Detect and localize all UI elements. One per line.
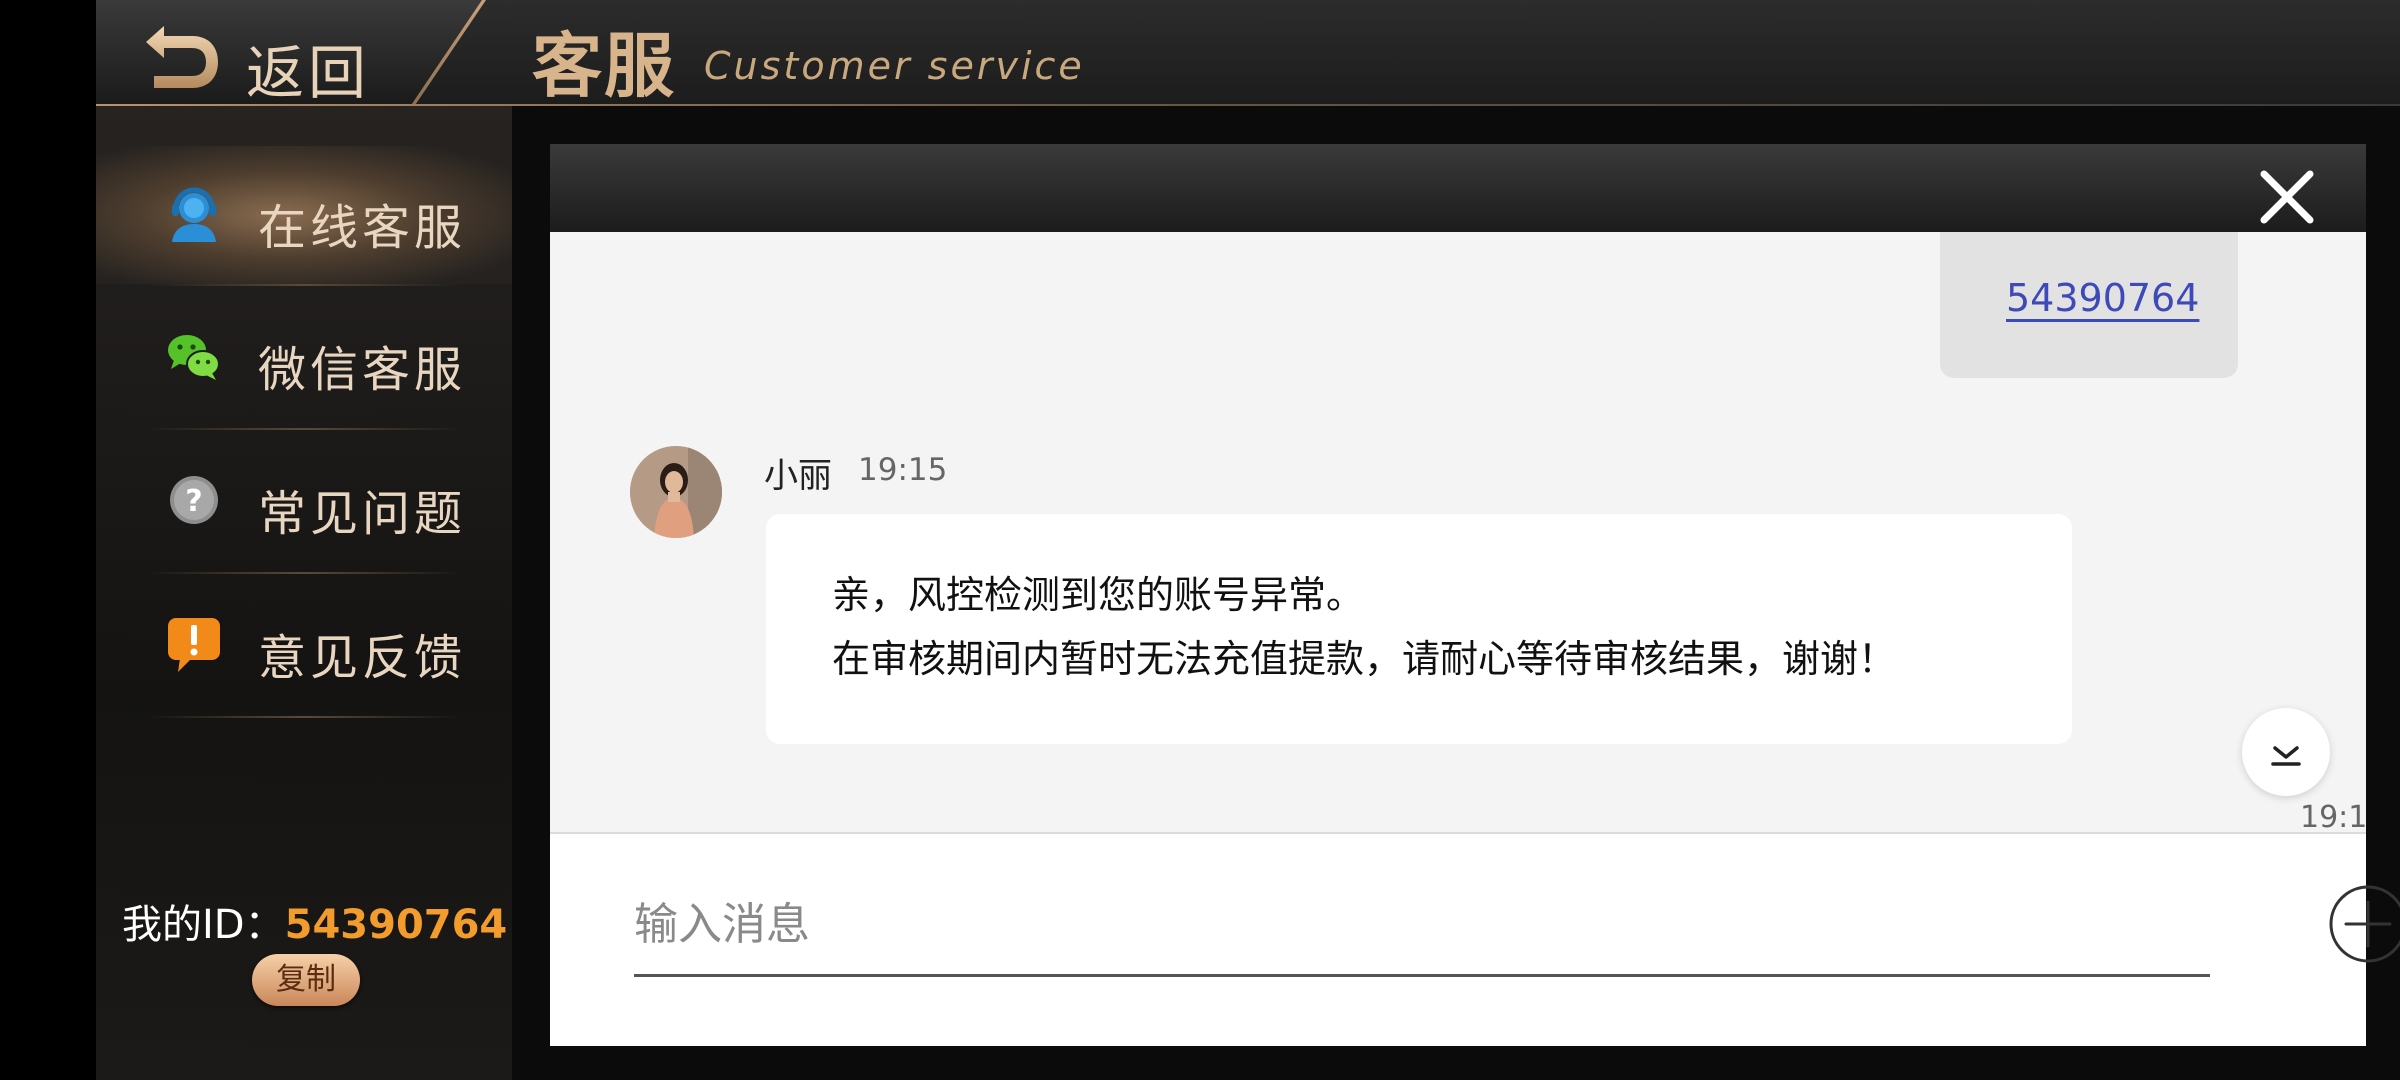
avatar[interactable] — [630, 446, 722, 538]
chevron-down-icon — [2271, 746, 2301, 766]
svg-text:?: ? — [185, 484, 202, 519]
sidebar-item-label: 在线客服 — [258, 200, 467, 256]
sidebar-item-wechat-service[interactable]: 微信客服 — [96, 288, 512, 426]
plus-icon[interactable] — [2328, 884, 2400, 964]
sidebar-item-label: 常见问题 — [258, 486, 467, 542]
exclamation-bubble-icon — [168, 618, 220, 672]
my-id-label: 我的ID： — [122, 902, 285, 948]
sidebar-item-label: 微信客服 — [258, 342, 467, 398]
sidebar-item-faq[interactable]: ? 常见问题 — [96, 432, 512, 570]
agent-message-line: 在审核期间内暂时无法充值提款，请耐心等待审核结果，谢谢！ — [832, 637, 1897, 681]
scroll-to-bottom-button[interactable] — [2242, 708, 2330, 796]
sidebar-divider — [146, 716, 462, 718]
my-id: 我的ID：54390764 — [122, 892, 507, 950]
sidebar-divider — [146, 572, 462, 574]
chat-messages[interactable]: 54390764 小丽 19:15 亲，风控检测到您的账号异常。 在审核期间内暂… — [550, 232, 2366, 832]
message-timestamp: 19:15 — [858, 452, 948, 488]
sidebar-divider — [146, 428, 462, 430]
message-input[interactable] — [634, 874, 2210, 977]
back-label: 返回 — [246, 39, 371, 107]
agent-avatar-image — [630, 446, 722, 538]
my-message-bubble: 54390764 — [1940, 232, 2238, 378]
wechat-icon — [168, 335, 220, 380]
agent-message-bubble: 亲，风控检测到您的账号异常。 在审核期间内暂时无法充值提款，请耐心等待审核结果，… — [766, 514, 2072, 744]
sidebar-divider — [146, 284, 462, 286]
agent-message-line: 亲，风控检测到您的账号异常。 — [832, 573, 1365, 617]
chat-panel-header — [550, 144, 2366, 232]
back-arrow-icon — [146, 26, 218, 88]
my-id-value: 54390764 — [284, 902, 508, 948]
sidebar-item-feedback[interactable]: 意见反馈 — [96, 576, 512, 714]
header: 返回 客服 Customer service — [96, 0, 2400, 130]
sidebar: 在线客服 微信客服 ? 常见问题 意见反馈 我的ID：54390764 复制 — [96, 106, 512, 1080]
message-composer — [550, 832, 2400, 1046]
page-subtitle: Customer service — [704, 44, 1085, 88]
copy-button[interactable]: 复制 — [252, 954, 360, 1006]
back-button[interactable]: 返回 — [96, 0, 482, 107]
my-message-link[interactable]: 54390764 — [2006, 276, 2199, 320]
close-icon[interactable] — [2258, 168, 2316, 226]
sidebar-item-label: 意见反馈 — [258, 630, 467, 686]
agent-name: 小丽 — [764, 456, 832, 496]
message-timestamp: 19:15 — [2300, 800, 2366, 832]
sidebar-item-online-service[interactable]: 在线客服 — [96, 146, 512, 284]
app-frame: 返回 客服 Customer service 在线客服 微信客服 ? 常见问题 … — [96, 0, 2400, 1080]
question-icon: ? — [170, 476, 218, 524]
user-headset-icon — [172, 187, 216, 242]
page-title: 客服 — [532, 25, 676, 107]
